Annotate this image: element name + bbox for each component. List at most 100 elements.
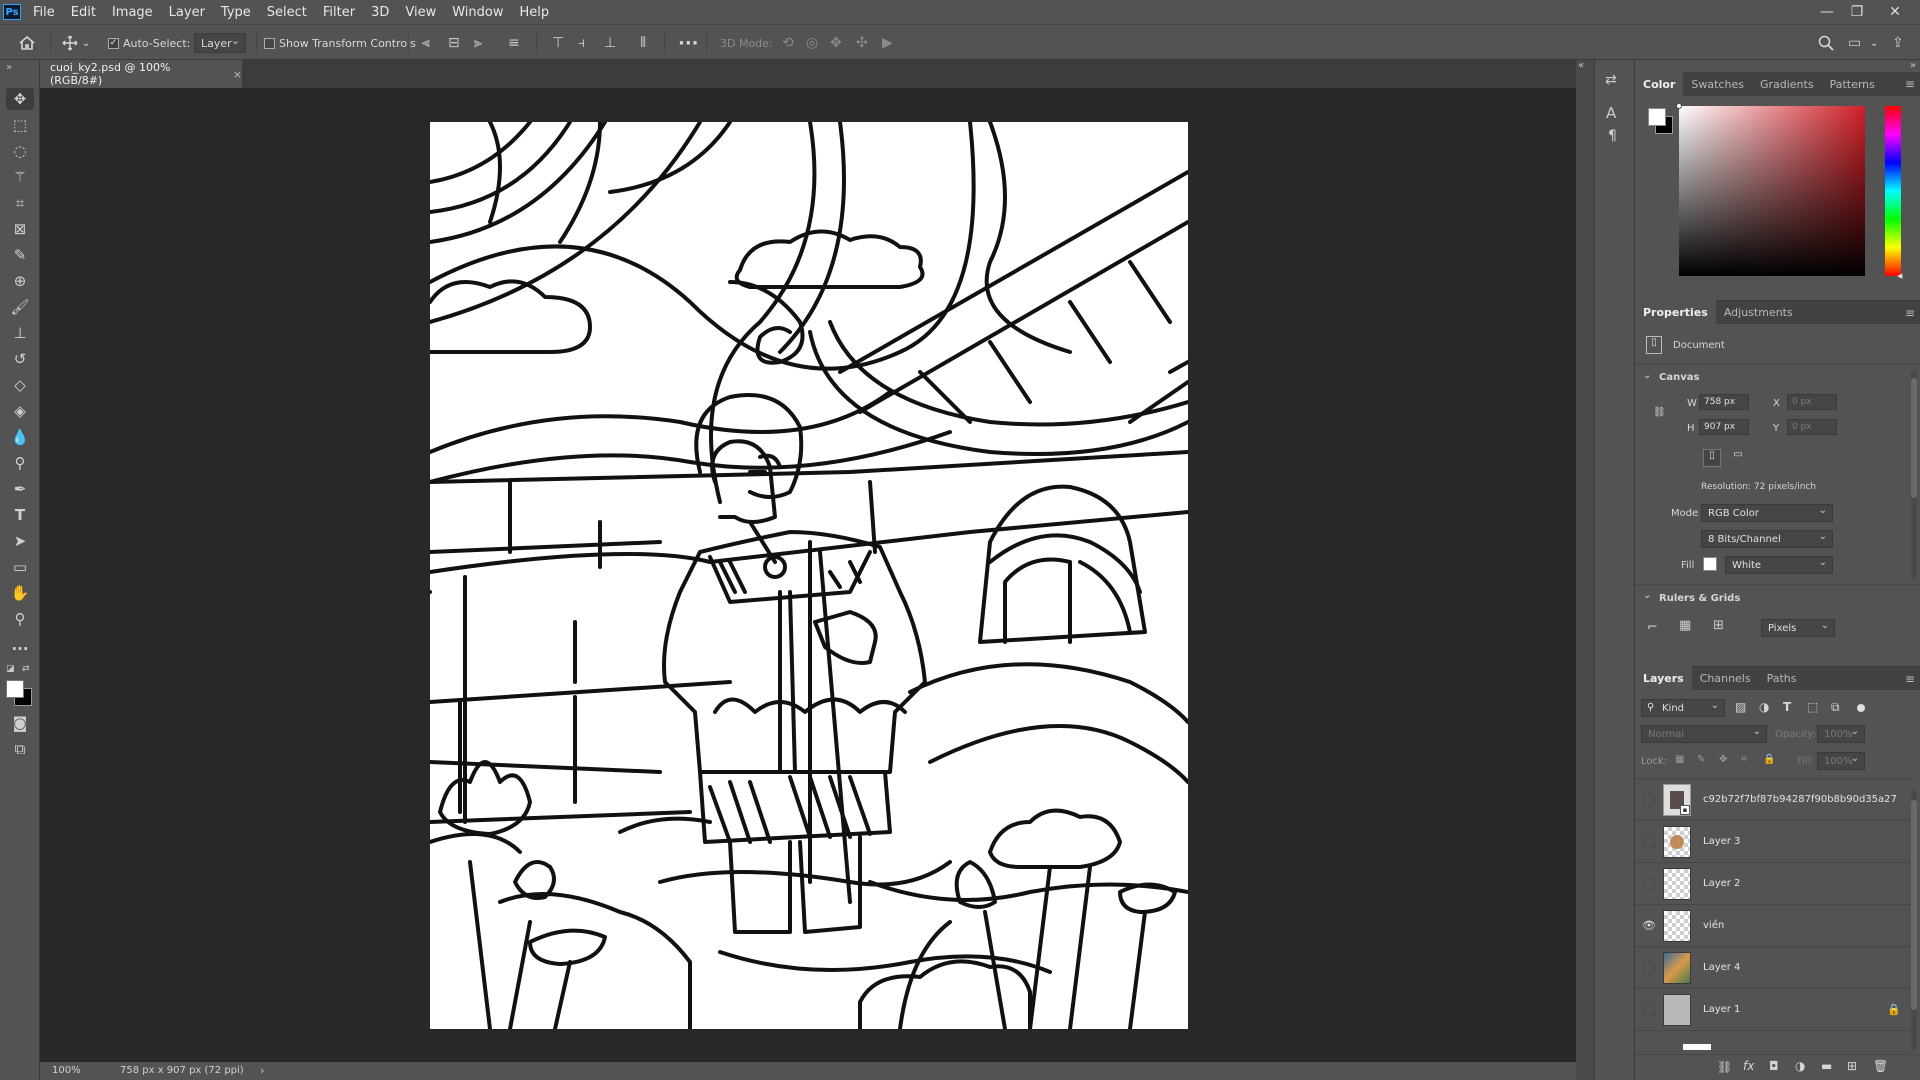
paragraph-panel-icon[interactable]: ¶ bbox=[1608, 128, 1617, 144]
layer-row[interactable]: Layer 1 🔒 bbox=[1635, 989, 1915, 1031]
delete-layer-icon[interactable]: 🗑 bbox=[1873, 1059, 1888, 1073]
eyedropper-icon[interactable]: ✎ bbox=[6, 244, 34, 266]
menu-type[interactable]: Type bbox=[213, 5, 259, 20]
menu-file[interactable]: File bbox=[25, 5, 63, 20]
distribute-horizontal-icon[interactable]: ≡ bbox=[508, 25, 520, 61]
lock-image-icon[interactable]: ✎ bbox=[1697, 754, 1705, 765]
lock-transparent-icon[interactable]: ▦ bbox=[1675, 754, 1684, 765]
restore-icon[interactable]: ❐ bbox=[1842, 0, 1872, 24]
menu-select[interactable]: Select bbox=[259, 5, 315, 20]
layer-row[interactable]: Layer 3 bbox=[1635, 821, 1915, 863]
color-mode-dropdown[interactable]: RGB Color bbox=[1701, 504, 1833, 522]
paint-bucket-icon[interactable]: ◈ bbox=[6, 400, 34, 422]
roll-3d-icon[interactable]: ◎ bbox=[806, 25, 818, 61]
canvas-x-input[interactable]: 0 px bbox=[1787, 394, 1837, 410]
link-icon[interactable]: ⛓ bbox=[1653, 407, 1666, 418]
properties-scrollbar[interactable] bbox=[1911, 370, 1917, 580]
tab-channels[interactable]: Channels bbox=[1692, 666, 1759, 690]
layer-row[interactable]: ▪ c92b72f7bf87b94287f90b8b90d35a27 bbox=[1635, 779, 1915, 821]
type-tool-icon[interactable]: T bbox=[6, 504, 34, 526]
hue-slider-handle[interactable]: ◀ bbox=[1897, 272, 1902, 280]
distribute-vertical-icon[interactable]: ⦀ bbox=[640, 25, 646, 61]
tab-adjustments[interactable]: Adjustments bbox=[1716, 300, 1801, 324]
filter-type-icon[interactable]: T bbox=[1783, 700, 1791, 714]
expand-icon[interactable]: » bbox=[1910, 60, 1916, 71]
ruler-units-dropdown[interactable]: Pixels bbox=[1761, 619, 1835, 637]
swap-colors-icon[interactable]: ⇄ bbox=[22, 664, 30, 674]
tab-patterns[interactable]: Patterns bbox=[1822, 72, 1883, 96]
menu-window[interactable]: Window bbox=[444, 5, 511, 20]
tab-paths[interactable]: Paths bbox=[1759, 666, 1805, 690]
visibility-toggle[interactable] bbox=[1643, 793, 1655, 806]
scale-3d-icon[interactable]: ▶ bbox=[882, 25, 893, 61]
color-picker-marker[interactable] bbox=[1676, 103, 1682, 109]
history-brush-icon[interactable]: ↺ bbox=[6, 348, 34, 370]
lock-position-icon[interactable]: ✥ bbox=[1719, 754, 1727, 765]
filter-pixel-icon[interactable]: ▨ bbox=[1735, 700, 1746, 714]
layer-row[interactable]: 👁 viền bbox=[1635, 905, 1915, 947]
bit-depth-dropdown[interactable]: 8 Bits/Channel bbox=[1701, 530, 1833, 548]
eye-icon[interactable]: 👁 bbox=[1635, 919, 1663, 932]
fill-dropdown[interactable]: White bbox=[1725, 556, 1833, 574]
align-top-icon[interactable]: ⊤ bbox=[552, 25, 564, 61]
align-middle-icon[interactable]: ⫞ bbox=[578, 25, 585, 61]
chevron-down-icon[interactable]: ⌄ bbox=[1643, 370, 1651, 381]
path-selection-icon[interactable]: ➤ bbox=[6, 530, 34, 552]
add-mask-icon[interactable]: ◘ bbox=[1769, 1059, 1779, 1073]
canvas-y-input[interactable]: 0 px bbox=[1787, 419, 1837, 435]
filter-shape-icon[interactable]: ⬚ bbox=[1807, 700, 1818, 714]
document-canvas[interactable] bbox=[428, 120, 1190, 1031]
orbit-3d-icon[interactable]: ⟲ bbox=[782, 25, 794, 61]
filter-toggle-icon[interactable] bbox=[1857, 704, 1865, 712]
document-tab[interactable]: cuoi_ky2.psd @ 100% (RGB/8#) × bbox=[40, 60, 242, 88]
lock-artboard-icon[interactable]: ⌗ bbox=[1741, 754, 1747, 765]
checkbox-icon[interactable] bbox=[264, 37, 275, 49]
menu-image[interactable]: Image bbox=[104, 5, 161, 20]
visibility-toggle[interactable] bbox=[1643, 961, 1655, 974]
ruler-icon[interactable]: ⌐ bbox=[1647, 620, 1658, 635]
align-left-icon[interactable]: ⫷ bbox=[422, 25, 430, 61]
dodge-icon[interactable]: ⚲ bbox=[6, 452, 34, 474]
align-right-icon[interactable]: ⫸ bbox=[474, 25, 482, 61]
close-icon[interactable]: × bbox=[233, 68, 242, 81]
panel-menu-icon[interactable]: ≡ bbox=[1905, 306, 1915, 320]
crop-icon[interactable]: ⌗ bbox=[6, 192, 34, 214]
auto-select-toggle[interactable]: ✓ Auto-Select: bbox=[108, 25, 190, 61]
align-bottom-icon[interactable]: ⊥ bbox=[604, 25, 616, 61]
chevron-right-icon[interactable]: › bbox=[260, 1064, 264, 1077]
blend-mode-dropdown[interactable]: Normal bbox=[1641, 725, 1767, 743]
opacity-input[interactable]: 100% bbox=[1817, 725, 1865, 743]
brush-icon[interactable]: 🖌 bbox=[6, 296, 34, 318]
fill-color-swatch[interactable] bbox=[1703, 557, 1717, 571]
layer-filter-dropdown[interactable]: ⚲ Kind bbox=[1641, 699, 1725, 717]
search-icon[interactable] bbox=[1818, 25, 1834, 61]
more-options-icon[interactable]: ··· bbox=[678, 25, 699, 61]
share-icon[interactable]: ⇪ bbox=[1892, 25, 1904, 61]
new-layer-icon[interactable]: ⊞ bbox=[1847, 1059, 1857, 1073]
chevron-down-icon[interactable]: ⌄ bbox=[1643, 590, 1651, 601]
rectangular-marquee-icon[interactable]: ⬚ bbox=[6, 114, 34, 136]
adjustment-layer-icon[interactable]: ◑ bbox=[1795, 1059, 1805, 1073]
color-foreground-swatch[interactable] bbox=[1648, 108, 1666, 126]
healing-brush-icon[interactable]: ⊕ bbox=[6, 270, 34, 292]
lasso-icon[interactable]: ◌ bbox=[6, 140, 34, 162]
align-center-icon[interactable]: ⊟ bbox=[448, 25, 460, 61]
character-panel-icon[interactable]: A bbox=[1606, 104, 1616, 122]
eraser-icon[interactable]: ◇ bbox=[6, 374, 34, 396]
close-window-icon[interactable]: ✕ bbox=[1880, 0, 1910, 24]
canvas-width-input[interactable]: 758 px bbox=[1699, 394, 1749, 410]
visibility-toggle[interactable] bbox=[1643, 835, 1655, 848]
home-icon[interactable] bbox=[18, 25, 36, 61]
visibility-toggle[interactable] bbox=[1643, 1003, 1655, 1016]
canvas-area[interactable] bbox=[40, 88, 1576, 1065]
blur-icon[interactable]: 💧 bbox=[6, 426, 34, 448]
lock-all-icon[interactable]: 🔒 bbox=[1763, 754, 1775, 765]
show-transform-toggle[interactable]: Show Transform Controls bbox=[264, 25, 416, 61]
filter-adjustment-icon[interactable]: ◑ bbox=[1759, 700, 1769, 714]
layer-row[interactable]: Layer 4 bbox=[1635, 947, 1915, 989]
minimize-icon[interactable]: — bbox=[1812, 0, 1842, 24]
workspace-icon[interactable]: ▭ bbox=[1848, 25, 1861, 61]
menu-filter[interactable]: Filter bbox=[315, 5, 363, 20]
menu-layer[interactable]: Layer bbox=[161, 5, 213, 20]
menu-help[interactable]: Help bbox=[512, 5, 558, 20]
